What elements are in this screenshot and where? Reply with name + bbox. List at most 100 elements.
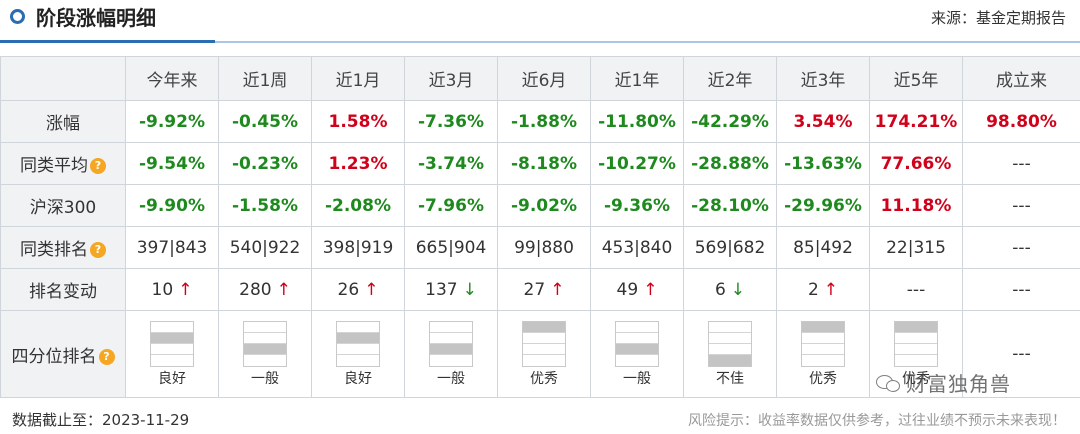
quartile-segment <box>523 321 565 333</box>
column-header: 近1月 <box>311 56 405 101</box>
quartile-segment <box>244 344 286 356</box>
value-cell: --- <box>962 184 1080 227</box>
value-cell: -42.29% <box>683 100 777 143</box>
value-cell: -9.36% <box>590 184 684 227</box>
rank-change-value: 49 <box>616 279 639 300</box>
quartile-segment <box>337 344 379 356</box>
watermark: 财富独角兽 <box>876 368 1011 397</box>
column-header: 近2年 <box>683 56 777 101</box>
quartile-box <box>429 320 473 367</box>
rank-change-value: 10 <box>151 279 174 300</box>
quartile-segment <box>802 333 844 344</box>
quartile-segment <box>430 333 472 344</box>
column-header: 近1周 <box>218 56 312 101</box>
value-cell: -13.63% <box>776 142 870 185</box>
quartile-cell: 优秀 <box>776 310 870 398</box>
rank-change-cell: --- <box>962 268 1080 311</box>
rank-change-value: --- <box>906 279 926 300</box>
quartile-segment <box>895 355 937 365</box>
column-header: 近5年 <box>869 56 963 101</box>
risk-notice: 风险提示：收益率数据仅供参考，过往业绩不预示未来表现！ <box>688 413 1066 429</box>
quartile-segment <box>151 332 193 344</box>
row-label: 同类平均? <box>0 142 126 185</box>
row-label: 排名变动 <box>0 268 126 311</box>
panel-header: 阶段涨幅明细 来源：基金定期报告 <box>0 0 1080 44</box>
rank-cell: 398|919 <box>311 226 405 269</box>
arrow-up-icon: ↑ <box>276 279 291 300</box>
column-header: 近3年 <box>776 56 870 101</box>
quartile-segment <box>709 333 751 344</box>
row-label: 涨幅 <box>0 100 126 143</box>
quartile-segment <box>802 355 844 365</box>
value-cell: -9.02% <box>497 184 591 227</box>
value-cell: -10.27% <box>590 142 684 185</box>
data-source: 来源：基金定期报告 <box>930 9 1066 27</box>
quartile-segment <box>616 333 658 344</box>
question-circle-icon[interactable]: ? <box>90 158 106 174</box>
quartile-segment <box>616 355 658 365</box>
arrow-up-icon: ↑ <box>643 279 658 300</box>
quartile-segment <box>430 355 472 365</box>
rank-cell: 85|492 <box>776 226 870 269</box>
column-header: 今年来 <box>125 56 219 101</box>
column-header: 成立来 <box>962 56 1080 101</box>
question-circle-icon[interactable]: ? <box>98 348 115 365</box>
quartile-indicator: 一般 <box>405 311 497 397</box>
column-header: 近6月 <box>497 56 591 101</box>
quartile-box <box>894 320 938 367</box>
row-label: 同类排名? <box>0 226 126 269</box>
row-label-text: 涨幅 <box>46 114 80 134</box>
arrow-up-icon: ↑ <box>364 279 379 300</box>
rank-change-value: 137 <box>425 279 458 300</box>
quartile-indicator: 优秀 <box>777 311 869 397</box>
quartile-segment <box>709 322 751 333</box>
rank-change-cell: 280 ↑ <box>218 268 312 311</box>
rank-cell: 453|840 <box>590 226 684 269</box>
rank-change-value: 27 <box>523 279 546 300</box>
quartile-segment <box>151 344 193 356</box>
quartile-rating: 优秀 <box>530 370 558 387</box>
quartile-box <box>150 320 194 367</box>
rank-cell: 397|843 <box>125 226 219 269</box>
rank-change-value: --- <box>1012 279 1031 300</box>
quartile-indicator: 良好 <box>126 311 218 397</box>
rank-change-cell: 10 ↑ <box>125 268 219 311</box>
quartile-segment <box>802 344 844 356</box>
rank-change-cell: 6 ↓ <box>683 268 777 311</box>
quartile-segment <box>337 322 379 333</box>
quartile-rating: 一般 <box>437 370 465 387</box>
quartile-segment <box>151 322 193 333</box>
rank-cell: --- <box>962 226 1080 269</box>
row-label: 四分位排名? <box>0 310 126 398</box>
question-circle-icon[interactable]: ? <box>90 242 106 258</box>
panel-title: 阶段涨幅明细 <box>36 6 156 30</box>
rank-change-value: 26 <box>337 279 360 300</box>
value-cell: 77.66% <box>869 142 963 185</box>
row-label-text: 同类平均 <box>20 156 88 176</box>
arrow-up-icon: ↑ <box>823 279 839 300</box>
quartile-segment <box>802 321 844 333</box>
rank-change-cell: 2 ↑ <box>776 268 870 311</box>
rank-cell: 540|922 <box>218 226 312 269</box>
value-cell: -0.45% <box>218 100 312 143</box>
performance-table-wrap: 今年来 近1周 近1月 近3月 近6月 近1年 近2年 近3年 近5年 成立来 涨幅 -9.92% -0… <box>0 56 1080 398</box>
quartile-indicator: 优秀 <box>498 311 590 397</box>
column-header: 近3月 <box>404 56 498 101</box>
quartile-indicator: 良好 <box>312 311 404 397</box>
quartile-segment <box>895 321 937 333</box>
quartile-rating: 一般 <box>251 370 279 387</box>
value-cell: -9.92% <box>125 100 219 143</box>
quartile-segment <box>616 344 658 356</box>
quartile-cell: 一般 <box>404 310 498 398</box>
value-cell: -9.90% <box>125 184 219 227</box>
rank-cell: 665|904 <box>404 226 498 269</box>
table-row: 同类排名? 397|843 540|922 398|919 665|904 99|880 4… <box>0 226 1080 269</box>
quartile-cell: 一般 <box>590 310 684 398</box>
table-row: 同类平均? -9.54% -0.23% 1.23% -3.74% -8.18% -10.27… <box>0 142 1080 185</box>
quartile-rating: 优秀 <box>809 370 837 387</box>
quartile-indicator: 不佳 <box>684 311 776 397</box>
quartile-segment <box>523 333 565 344</box>
performance-table: 今年来 近1周 近1月 近3月 近6月 近1年 近2年 近3年 近5年 成立来 涨幅 -9.92% -0… <box>0 56 1080 398</box>
value-cell: 11.18% <box>869 184 963 227</box>
watermark-text: 财富独角兽 <box>906 372 1011 396</box>
